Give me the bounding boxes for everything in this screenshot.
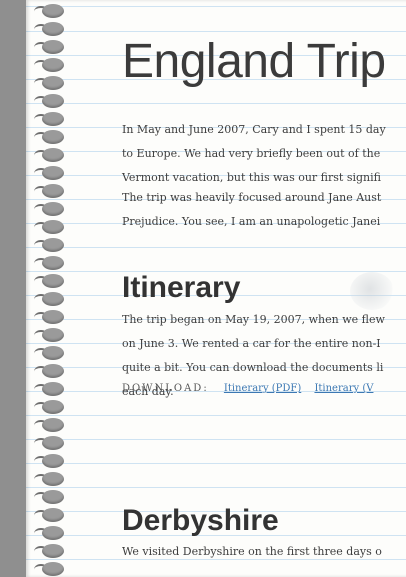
binding-hole (42, 4, 64, 18)
binding-hole (42, 58, 64, 72)
itinerary-other-link[interactable]: Itinerary (V (314, 383, 373, 394)
binding-hole (42, 454, 64, 468)
spiral-binding (26, 0, 96, 577)
focus-paragraph: The trip was heavily focused around Jane… (122, 186, 381, 234)
binding-hole (42, 472, 64, 486)
binding-hole (42, 94, 64, 108)
binding-hole (42, 526, 64, 540)
binding-hole (42, 220, 64, 234)
binding-hole (42, 112, 64, 126)
paragraph-line: We visited Derbyshire on the first three… (122, 545, 382, 558)
download-label: DOWNLOAD: (122, 383, 209, 394)
intro-paragraph: In May and June 2007, Cary and I spent 1… (122, 118, 386, 190)
binding-hole (42, 544, 64, 558)
binding-hole (42, 274, 64, 288)
binding-hole (42, 490, 64, 504)
binding-hole (42, 508, 64, 522)
binding-hole (42, 256, 64, 270)
binding-hole (42, 292, 64, 306)
binding-hole (42, 238, 64, 252)
paragraph-line: Prejudice. You see, I am an unapologetic… (122, 215, 381, 228)
paragraph-line: to Europe. We had very briefly been out … (122, 147, 381, 160)
paragraph-line: The trip was heavily focused around Jane… (122, 191, 382, 204)
binding-hole (42, 346, 64, 360)
binding-hole (42, 184, 64, 198)
binding-hole (42, 562, 64, 576)
binding-hole (42, 40, 64, 54)
binding-hole (42, 76, 64, 90)
download-row: DOWNLOAD: Itinerary (PDF) Itinerary (V (122, 377, 383, 401)
derbyshire-paragraph: We visited Derbyshire on the first three… (122, 540, 382, 564)
binding-hole (42, 436, 64, 450)
binding-hole (42, 22, 64, 36)
section-heading-itinerary: Itinerary (122, 271, 241, 304)
notebook-paper: England Trip In May and June 2007, Cary … (26, 0, 406, 577)
section-heading-derbyshire: Derbyshire (122, 504, 279, 537)
binding-hole (42, 148, 64, 162)
paragraph-line: In May and June 2007, Cary and I spent 1… (122, 123, 386, 136)
water-stain (350, 272, 394, 310)
binding-hole (42, 400, 64, 414)
paragraph-line: on June 3. We rented a car for the entir… (122, 337, 381, 350)
binding-hole (42, 310, 64, 324)
binding-hole (42, 364, 64, 378)
binding-hole (42, 382, 64, 396)
binding-hole (42, 166, 64, 180)
paragraph-line: The trip began on May 19, 2007, when we … (122, 313, 385, 326)
binding-hole (42, 328, 64, 342)
binding-hole (42, 418, 64, 432)
binding-hole (42, 130, 64, 144)
page-title: England Trip (122, 35, 386, 88)
itinerary-pdf-link[interactable]: Itinerary (PDF) (224, 383, 301, 394)
binding-hole (42, 202, 64, 216)
